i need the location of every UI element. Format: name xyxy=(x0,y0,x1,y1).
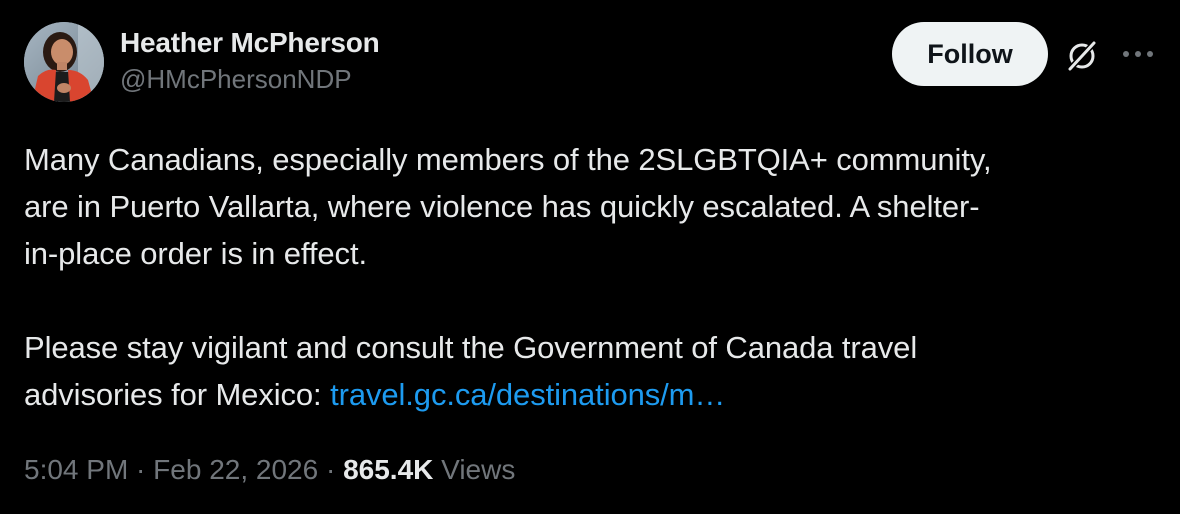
tweet-time[interactable]: 5:04 PM xyxy=(24,454,128,485)
avatar[interactable] xyxy=(24,22,104,102)
views-label: Views xyxy=(433,454,516,485)
tweet-date[interactable]: Feb 22, 2026 xyxy=(153,454,318,485)
tweet-meta: 5:04 PM · Feb 22, 2026 · 865.4K Views xyxy=(24,451,515,489)
follow-button[interactable]: Follow xyxy=(892,22,1048,86)
author-display-name[interactable]: Heather McPherson xyxy=(120,26,380,60)
more-horizontal-icon[interactable] xyxy=(1118,38,1158,70)
tweet-text-line: in-place order is in effect. xyxy=(24,236,367,271)
tweet-text-line: Please stay vigilant and consult the Gov… xyxy=(24,330,918,365)
tweet-header: Heather McPherson @HMcPhersonNDP Follow xyxy=(24,22,1164,106)
meta-separator: · xyxy=(128,454,154,485)
grok-icon[interactable] xyxy=(1064,38,1100,74)
tweet-text-line: Many Canadians, especially members of th… xyxy=(24,142,992,177)
tweet-card: Heather McPherson @HMcPhersonNDP Follow … xyxy=(0,0,1180,514)
author-info: Heather McPherson @HMcPhersonNDP xyxy=(120,26,380,96)
tweet-text-line: advisories for Mexico: xyxy=(24,377,331,412)
avatar-photo xyxy=(24,22,104,102)
tweet-text: Many Canadians, especially members of th… xyxy=(24,136,1144,418)
views-count[interactable]: 865.4K xyxy=(343,454,433,485)
meta-separator: · xyxy=(318,454,344,485)
tweet-text-line: are in Puerto Vallarta, where violence h… xyxy=(24,189,980,224)
author-handle[interactable]: @HMcPhersonNDP xyxy=(120,62,380,96)
travel-advisory-link[interactable]: travel.gc.ca/destinations/m… xyxy=(330,377,725,412)
